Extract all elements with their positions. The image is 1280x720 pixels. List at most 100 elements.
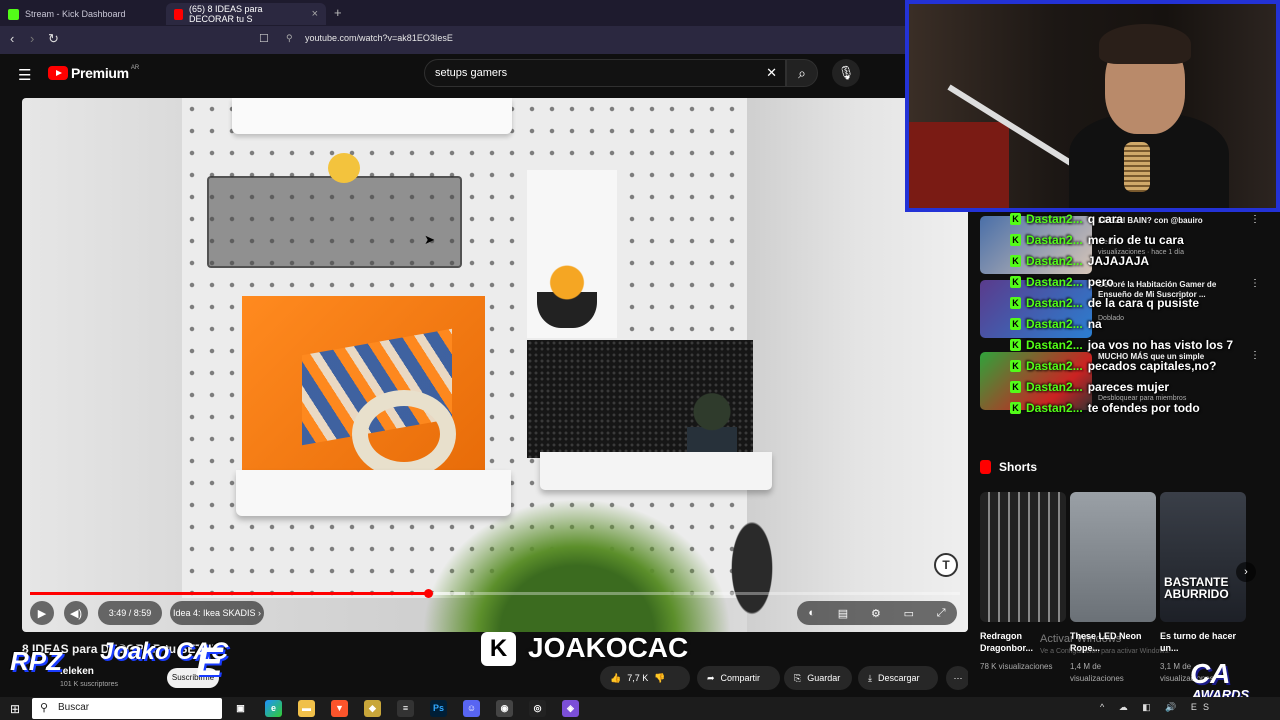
brave-browser-icon[interactable]: ▼: [331, 700, 348, 717]
like-button[interactable]: 👍 7,7 K 👎: [600, 666, 690, 690]
progress-scrubber-handle[interactable]: [424, 589, 433, 598]
windows-start-icon[interactable]: ⊞: [10, 702, 20, 716]
chat-username: Dastan2...: [1026, 338, 1083, 352]
forward-icon[interactable]: ›: [30, 31, 34, 46]
search-box[interactable]: setups gamers ✕: [424, 59, 786, 87]
chat-text: te ofendes por todo: [1087, 401, 1200, 415]
app-icon[interactable]: ◉: [496, 700, 513, 717]
streamer-name: JOAKOCAC: [528, 632, 689, 663]
microphone: [1124, 142, 1150, 192]
top-shelf: [232, 98, 512, 134]
shorts-icon: [980, 460, 991, 474]
autoplay-toggle-icon[interactable]: ◐: [808, 607, 815, 619]
time-display: 3:49 / 8:59: [98, 601, 162, 625]
short-thumbnail[interactable]: BASTANTE ABURRIDO: [1160, 492, 1246, 622]
shorts-next-button[interactable]: ›: [1236, 562, 1256, 582]
search-icon: ⌕: [798, 65, 806, 81]
new-tab-button[interactable]: +: [334, 5, 342, 20]
download-label: Descargar: [877, 673, 920, 683]
chat-username: Dastan2...: [1026, 233, 1083, 247]
chat-message: K Dastan2... q cara: [1010, 212, 1123, 226]
search-button[interactable]: ⌕: [786, 59, 818, 87]
video-player[interactable]: T ➤ ▶ ◀) 3:49 / 8:59 Idea 4: Ikea SKADIS…: [22, 98, 968, 632]
photoshop-icon[interactable]: Ps: [430, 700, 447, 717]
app-icon[interactable]: ◈: [562, 700, 579, 717]
chat-text: de la cara q pusiste: [1087, 296, 1200, 310]
short-title[interactable]: Es turno de hacer un...: [1160, 630, 1246, 654]
chat-username: Dastan2...: [1026, 275, 1083, 289]
plant: [422, 498, 732, 632]
chat-text: pero: [1087, 275, 1114, 289]
webcam-feed: [905, 0, 1280, 212]
discord-icon[interactable]: ☺: [463, 700, 480, 717]
reload-icon[interactable]: ↻: [48, 31, 59, 47]
more-actions-button[interactable]: ⋯: [946, 666, 970, 690]
back-icon[interactable]: ‹: [10, 31, 14, 46]
thumbs-up-icon: 👍: [610, 672, 622, 683]
clear-search-icon[interactable]: ✕: [766, 65, 777, 81]
site-info-icon[interactable]: ⚲: [286, 33, 293, 44]
microphone-icon: 🎙: [837, 65, 855, 80]
subscriber-count: 101 K suscriptores: [60, 681, 118, 688]
save-label: Guardar: [807, 673, 841, 683]
channel-name[interactable]: .eleken: [60, 666, 94, 677]
mute-button[interactable]: ◀): [64, 601, 88, 625]
play-button[interactable]: ▶: [30, 601, 54, 625]
chapter-button[interactable]: Idea 4: Ikea SKADIS ›: [170, 601, 264, 625]
chat-message: K Dastan2... pecados capitales,no?: [1010, 359, 1216, 373]
channel-watermark-icon[interactable]: T: [934, 553, 958, 577]
chat-message: K Dastan2... na: [1010, 317, 1102, 331]
kick-badge-icon: K: [1010, 339, 1021, 351]
chapter-label: Idea 4: Ikea SKADIS: [172, 608, 256, 618]
tab-youtube-video[interactable]: (65) 8 IDEAS para DECORAR tu S ×: [166, 3, 326, 25]
chat-message: K Dastan2... JAJAJAJA: [1010, 254, 1149, 268]
subtitles-icon[interactable]: ▤: [838, 607, 848, 620]
volume-icon: ◀): [69, 607, 83, 620]
chat-username: Dastan2...: [1026, 212, 1083, 226]
obs-icon[interactable]: ◎: [529, 700, 546, 717]
chat-text: pecados capitales,no?: [1087, 359, 1217, 373]
address-bar-row: ‹ › ↻ ☐ ⚲ youtube.com/watch?v=ak81EO3Ies…: [0, 26, 905, 54]
share-button[interactable]: ➦ Compartir: [697, 666, 780, 690]
short-thumbnail[interactable]: [1070, 492, 1156, 622]
player-right-controls: ◐ ▤ ⚙ ▭ ⤢: [797, 601, 957, 625]
chat-username: Dastan2...: [1026, 317, 1083, 331]
taskbar-search-box[interactable]: ⚲ Buscar: [32, 698, 222, 719]
kick-badge-icon: K: [1010, 402, 1021, 414]
menu-icon[interactable]: ☰: [18, 66, 31, 84]
youtube-header: ☰ Premium AR setups gamers ✕ ⌕ 🎙: [0, 54, 905, 94]
app-icon[interactable]: ◆: [364, 700, 381, 717]
tab-close-icon[interactable]: ×: [312, 8, 318, 20]
chat-username: Dastan2...: [1026, 254, 1083, 268]
url-field[interactable]: youtube.com/watch?v=ak81EO3IesE: [305, 33, 453, 43]
tab-kick-dashboard[interactable]: Stream - Kick Dashboard: [0, 3, 165, 25]
chat-text: joa vos no has visto los 7: [1087, 338, 1234, 352]
system-tray[interactable]: ^ ☁ ◧ 🔊 ES: [1100, 702, 1215, 713]
edge-browser-icon[interactable]: e: [265, 700, 282, 717]
youtube-play-logo-icon: [48, 66, 68, 80]
bookmark-icon[interactable]: ☐: [259, 32, 269, 45]
file-explorer-icon[interactable]: ▬: [298, 700, 315, 717]
logo-text: Premium: [71, 65, 129, 81]
download-icon: ⤓: [868, 672, 872, 683]
kick-badge-icon: K: [1010, 360, 1021, 372]
mouse-cursor-icon: ➤: [424, 232, 435, 247]
right-shelf: [540, 452, 772, 490]
settings-icon[interactable]: ⚙: [871, 607, 881, 620]
app-icon[interactable]: ≡: [397, 700, 414, 717]
download-button[interactable]: ⤓ Descargar: [858, 666, 938, 690]
theater-mode-icon[interactable]: ▭: [904, 607, 914, 620]
brand-logo-rpz: RPZ: [10, 646, 62, 676]
voice-search-button[interactable]: 🎙: [832, 59, 860, 87]
youtube-premium-logo[interactable]: Premium AR: [48, 65, 139, 81]
chat-username: Dastan2...: [1026, 380, 1083, 394]
shorts-title: Shorts: [999, 460, 1038, 474]
short-thumbnail[interactable]: [980, 492, 1066, 622]
brand-logo-e: E: [196, 640, 223, 684]
thumbs-down-icon[interactable]: 👎: [654, 673, 665, 684]
search-input[interactable]: setups gamers: [435, 67, 507, 79]
save-button[interactable]: ⎘ Guardar: [784, 666, 852, 690]
task-view-icon[interactable]: ▣: [232, 700, 249, 717]
kick-badge-icon: K: [1010, 234, 1021, 246]
fullscreen-icon[interactable]: ⤢: [937, 607, 946, 620]
